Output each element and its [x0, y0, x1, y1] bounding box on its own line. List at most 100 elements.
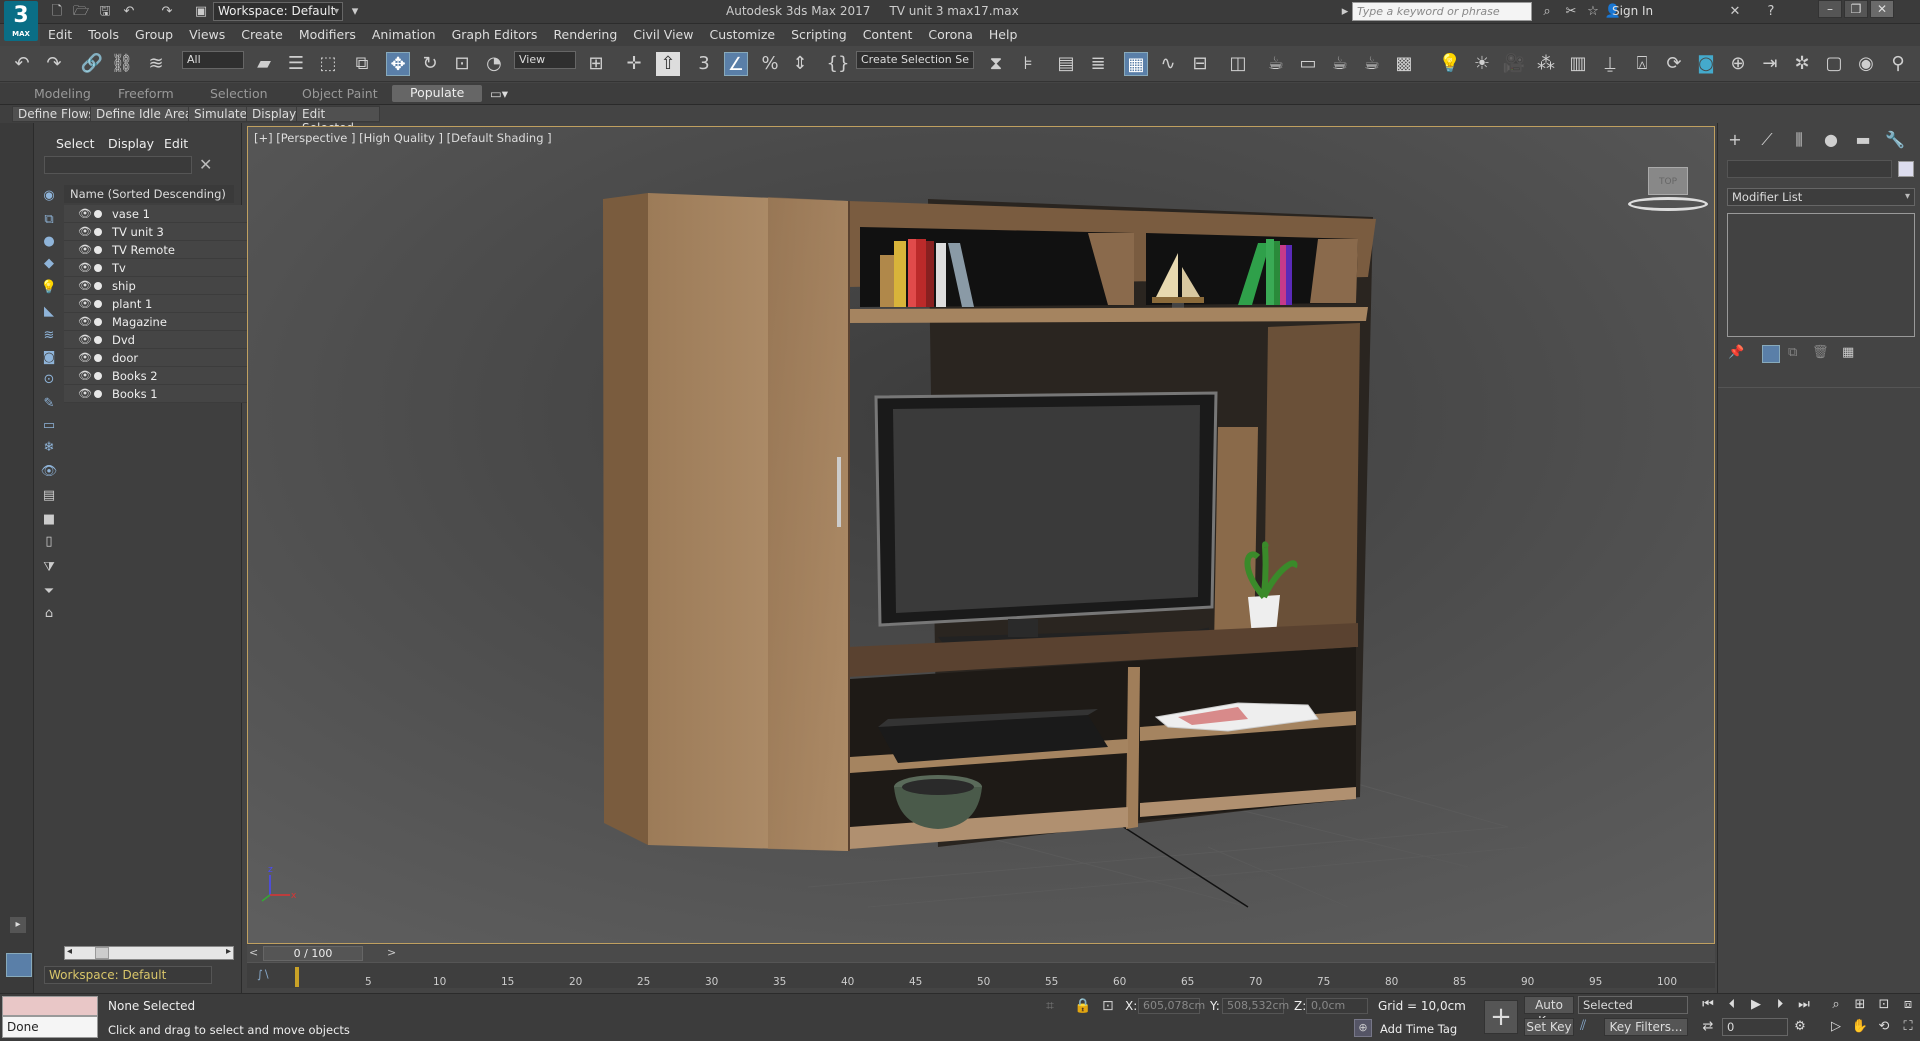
scene-object-row[interactable]: 👁 plant 1 — [64, 295, 269, 313]
menu-customize[interactable]: Customize — [701, 24, 783, 46]
viewcube-top-face[interactable]: TOP — [1648, 167, 1688, 195]
default-in-out-tangents-icon[interactable]: ⫽ — [1580, 1018, 1586, 1034]
ribbon-options-icon[interactable]: ▭▾ — [490, 86, 508, 101]
key-mode-toggle-icon[interactable]: ⇄ — [1698, 1018, 1718, 1036]
groups-filter-icon[interactable]: ⊙ — [38, 369, 60, 391]
edit-named-selection-icon[interactable]: {} — [826, 52, 850, 76]
display-none-icon[interactable]: ◉ — [38, 185, 60, 207]
menu-views[interactable]: Views — [181, 24, 233, 46]
corona-interactive-icon[interactable]: ◉ — [1854, 52, 1878, 76]
select-and-scale-icon[interactable]: ⊡ — [450, 52, 474, 76]
menu-corona[interactable]: Corona — [920, 24, 980, 46]
window-crossing-icon[interactable]: ⧉ — [350, 52, 374, 76]
ribbon-tab-selection[interactable]: Selection — [210, 86, 268, 101]
undo-icon[interactable]: ↶ — [10, 52, 34, 76]
scene-object-row[interactable]: 👁 ship — [64, 277, 269, 295]
layer-explorer-icon[interactable]: ≣ — [1086, 52, 1110, 76]
viewcube[interactable]: TOP — [1628, 167, 1708, 227]
align-icon[interactable]: ⊧ — [1016, 52, 1040, 76]
corona-material-icon[interactable]: ▥ — [1566, 52, 1590, 76]
corona-sky-icon[interactable]: ⍓ — [1630, 52, 1654, 76]
filter-toggle-icon[interactable]: ⏷ — [38, 581, 60, 603]
display-tab-icon[interactable]: ▬ — [1852, 129, 1874, 151]
app-menu-button[interactable]: 3 MAX — [4, 1, 38, 41]
rendered-frame-window-icon[interactable]: ▭ — [1296, 52, 1320, 76]
select-all-icon[interactable]: ■ — [38, 509, 60, 531]
se-menu-select[interactable]: Select — [56, 136, 95, 151]
selection-lock-icon[interactable]: 🔒 — [1074, 998, 1091, 1014]
isolate-selection-icon[interactable]: ⌗ — [1046, 998, 1054, 1014]
modifier-list-dropdown[interactable]: Modifier List — [1727, 188, 1915, 206]
visibility-eye-icon[interactable]: 👁 — [78, 295, 92, 313]
minimize-button[interactable]: – — [1818, 0, 1842, 18]
maxscript-listener-output[interactable]: Done — [2, 1016, 98, 1038]
close-button[interactable]: ✕ — [1870, 0, 1894, 18]
previous-frame-icon[interactable]: ⏴ — [1722, 996, 1742, 1014]
menu-animation[interactable]: Animation — [364, 24, 444, 46]
subscription-icon[interactable]: ✂ — [1562, 3, 1580, 21]
display-all-icon[interactable]: ⧉ — [38, 209, 60, 231]
light-bulb-icon[interactable]: 💡 — [1438, 52, 1462, 76]
help-icon[interactable]: ? — [1762, 3, 1780, 21]
redo-icon[interactable]: ↷ — [42, 52, 66, 76]
time-slider-thumb[interactable]: 0 / 100 — [263, 946, 363, 961]
visibility-eye-icon[interactable]: 👁 — [78, 277, 92, 295]
xrefs-filter-icon[interactable]: ✎ — [38, 393, 60, 415]
snaps-toggle-icon[interactable]: 3 — [692, 52, 716, 76]
freeze-toggle-icon[interactable] — [94, 390, 102, 398]
spinner-snap-icon[interactable]: ⇕ — [788, 52, 812, 76]
filter-funnel-icon[interactable]: ⧩ — [38, 557, 60, 579]
ribbon-tab-modeling[interactable]: Modeling — [34, 86, 91, 101]
ribbon-tab-freeform[interactable]: Freeform — [118, 86, 174, 101]
motion-tab-icon[interactable]: ● — [1820, 129, 1842, 151]
zoom-extents-all-icon[interactable]: ⧈ — [1898, 996, 1918, 1014]
menu-graph-editors[interactable]: Graph Editors — [444, 24, 546, 46]
se-horizontal-scrollbar[interactable]: ◂ ▸ — [64, 946, 234, 960]
se-workspace-selector[interactable]: Workspace: Default — [44, 966, 212, 984]
lights-filter-icon[interactable]: 💡 — [38, 277, 60, 299]
search-input[interactable]: Type a keyword or phrase — [1352, 2, 1532, 21]
time-slider-prev-icon[interactable]: < — [249, 946, 258, 959]
show-end-result-icon[interactable] — [1762, 345, 1780, 363]
freeze-toggle-icon[interactable] — [94, 210, 102, 218]
object-name-field[interactable] — [1727, 160, 1892, 178]
freeze-toggle-icon[interactable] — [94, 336, 102, 344]
viewport-label-menu[interactable]: [+] [Perspective ] [High Quality ] [Defa… — [254, 131, 552, 145]
new-file-icon[interactable]: 🗋 — [48, 3, 66, 21]
cameras-filter-icon[interactable]: ◣ — [38, 301, 60, 323]
key-filters-button[interactable]: Key Filters... — [1604, 1018, 1688, 1036]
redo-icon[interactable]: ↷ — [158, 3, 176, 21]
render-production-icon[interactable]: ☕ — [1328, 52, 1352, 76]
perspective-viewport[interactable]: z x [+] [Perspective ] [High Quality ] [… — [247, 126, 1715, 944]
simulate-button[interactable]: Simulate — [188, 106, 254, 122]
visibility-eye-icon[interactable]: 👁 — [78, 223, 92, 241]
exchange-x-icon[interactable]: ✕ — [1726, 3, 1744, 21]
scene-object-row[interactable]: 👁 TV unit 3 — [64, 223, 269, 241]
quick-access-dropdown-icon[interactable]: ▾ — [346, 3, 364, 21]
ribbon-tab-object-paint[interactable]: Object Paint — [302, 86, 378, 101]
mini-curve-editor-icon[interactable]: ∫∖ — [257, 968, 270, 981]
se-menu-display[interactable]: Display — [108, 136, 154, 151]
corona-lister-icon[interactable]: ▢ — [1822, 52, 1846, 76]
select-and-place-icon[interactable]: ◔ — [482, 52, 506, 76]
material-editor-icon[interactable]: ◫ — [1226, 52, 1250, 76]
menu-edit[interactable]: Edit — [40, 24, 80, 46]
go-to-end-icon[interactable]: ⏭ — [1794, 996, 1814, 1014]
time-tag-icon[interactable]: ⊕ — [1354, 1019, 1372, 1037]
modifier-stack[interactable] — [1727, 213, 1915, 337]
toggle-scene-explorer-icon[interactable]: ▤ — [1054, 52, 1078, 76]
se-column-header[interactable]: Name (Sorted Descending) — [64, 185, 234, 203]
camera-icon[interactable]: 🎥 — [1502, 52, 1526, 76]
menu-group[interactable]: Group — [127, 24, 181, 46]
orbit-icon[interactable]: ⟲ — [1874, 1018, 1894, 1036]
scene-object-row[interactable]: 👁 door — [64, 349, 269, 367]
zoom-extents-icon[interactable]: ⊡ — [1874, 996, 1894, 1014]
visibility-eye-icon[interactable]: 👁 — [78, 349, 92, 367]
hierarchy-tab-icon[interactable]: ⫼ — [1788, 129, 1810, 151]
menu-rendering[interactable]: Rendering — [545, 24, 625, 46]
maximize-button[interactable]: ❐ — [1844, 0, 1868, 18]
set-key-button[interactable]: Set Key — [1524, 1018, 1574, 1036]
containers-filter-icon[interactable]: ❄ — [38, 437, 60, 459]
proxy-icon[interactable]: ⍊ — [1598, 52, 1622, 76]
menu-create[interactable]: Create — [233, 24, 291, 46]
